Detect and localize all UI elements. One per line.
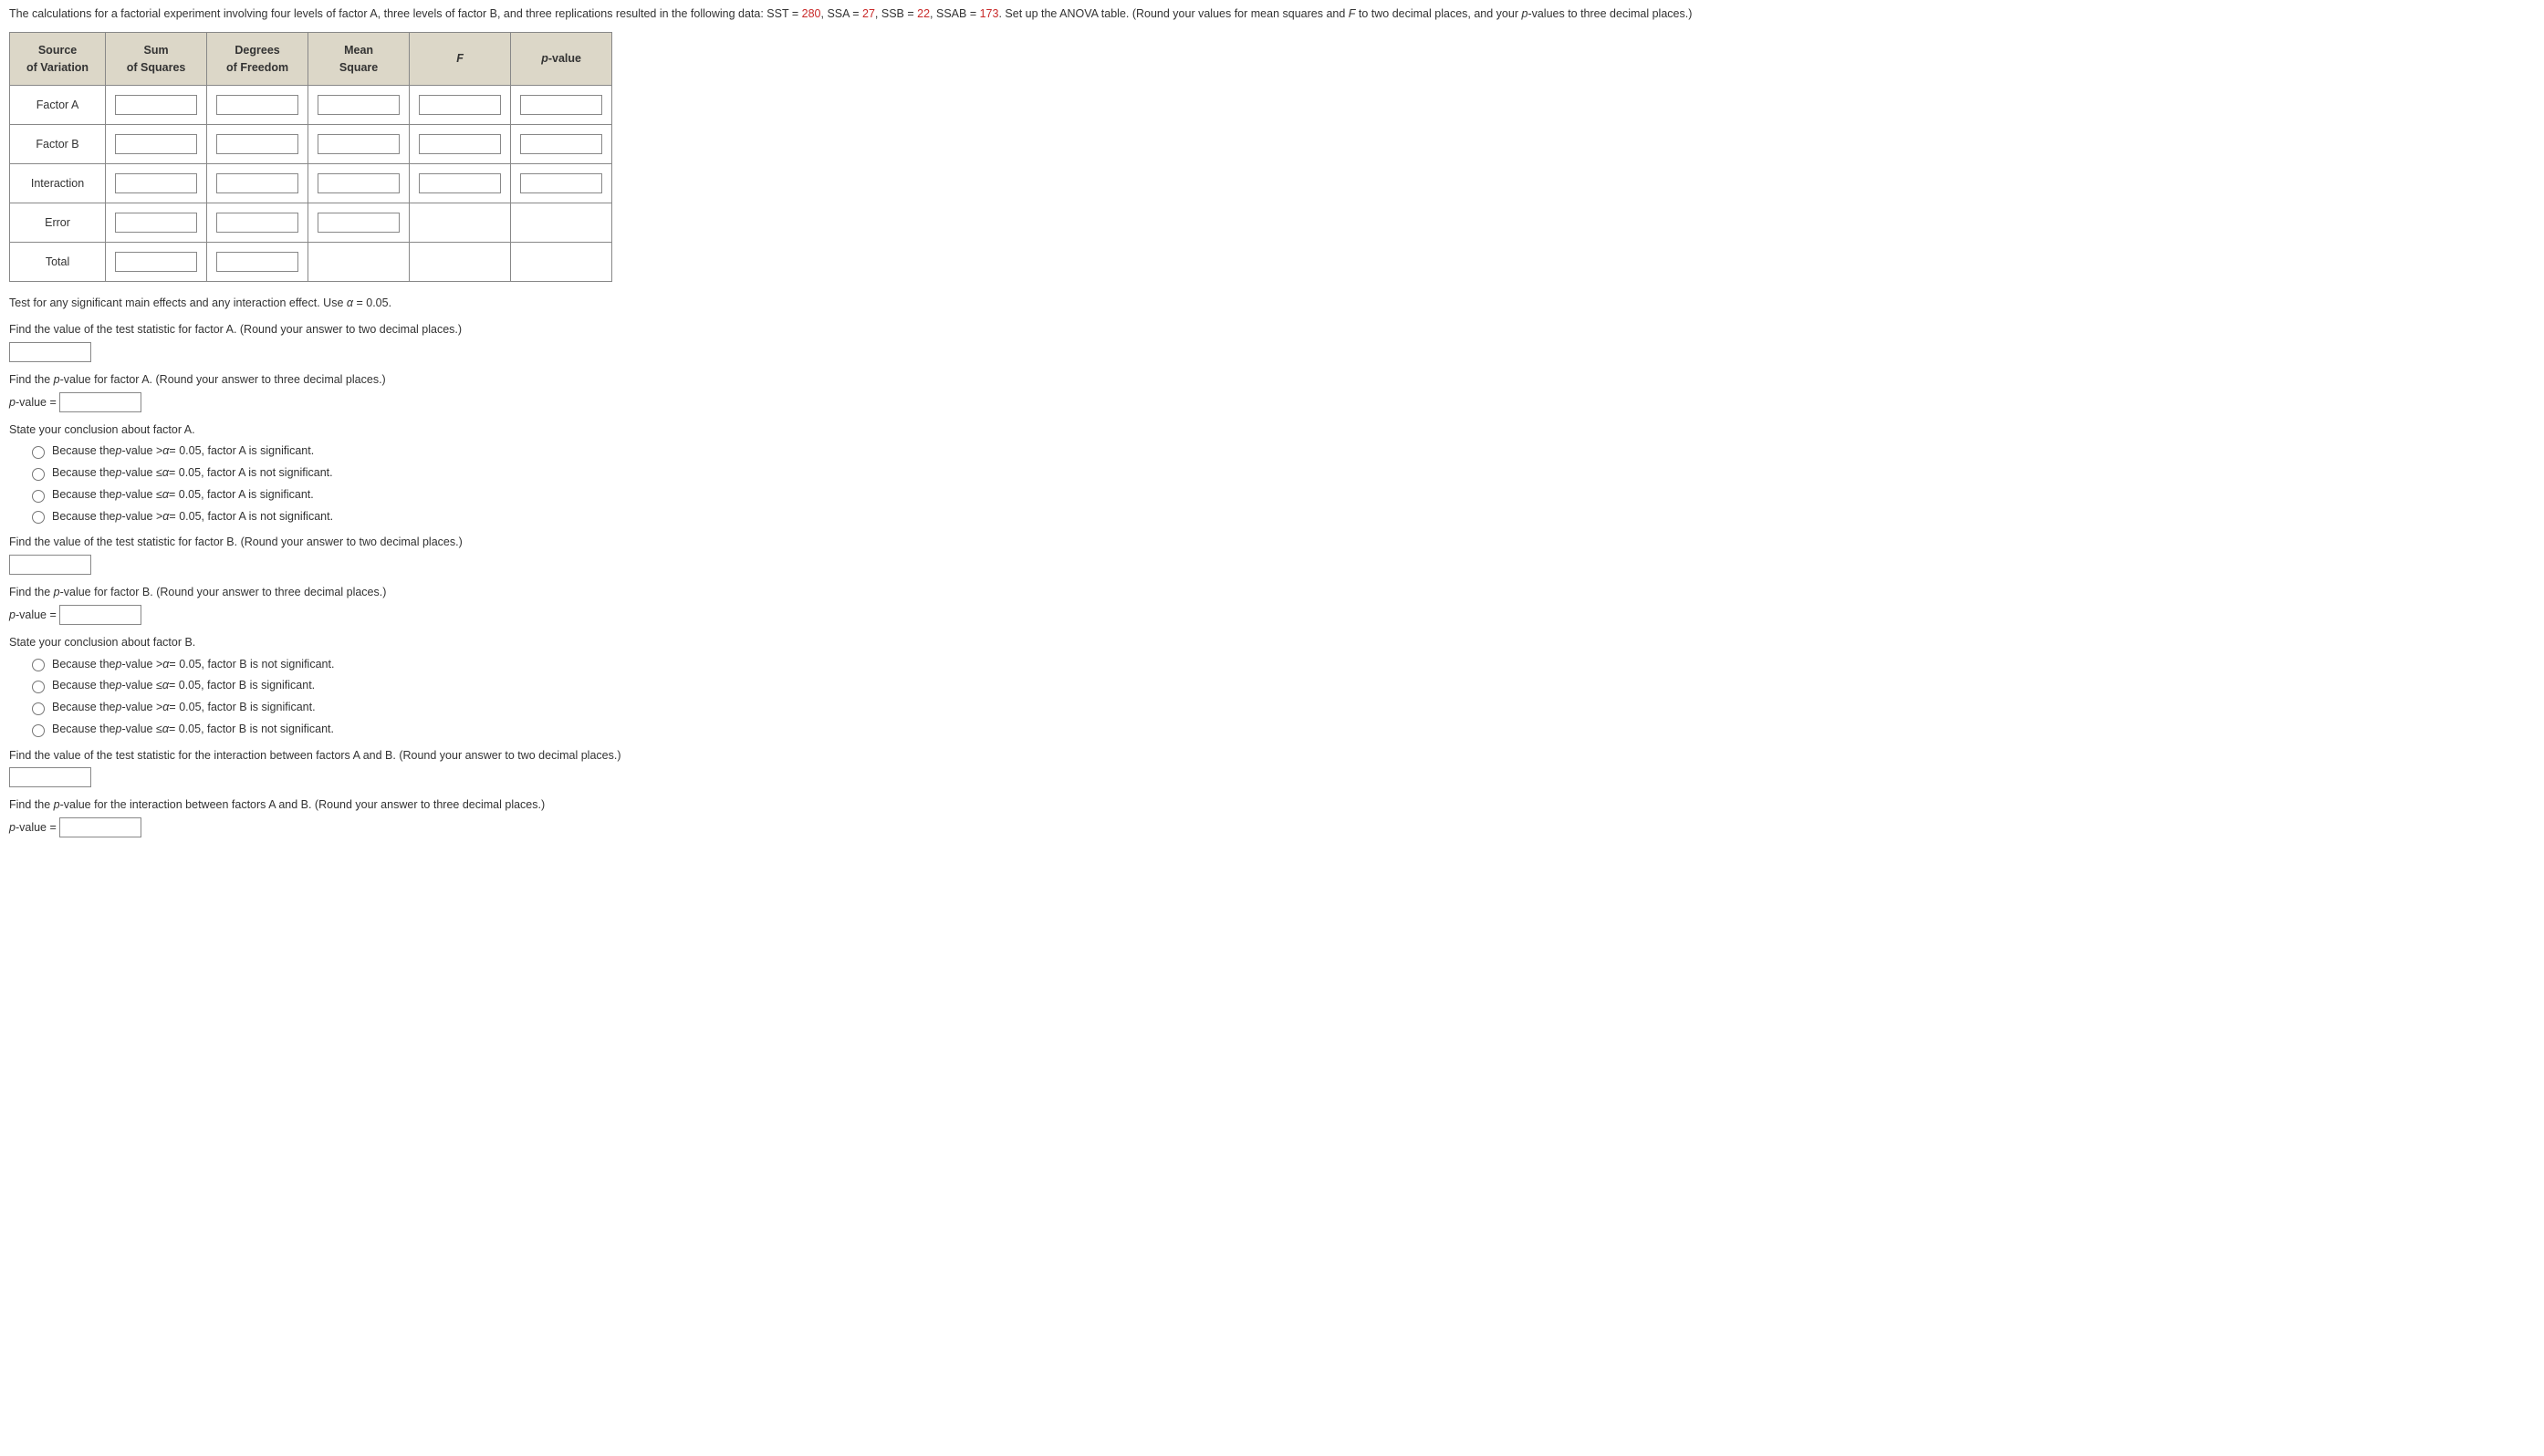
option-b-3[interactable]: Because the p-value > α = 0.05, factor B… [27,699,2535,716]
input-total-ss[interactable] [115,252,197,272]
input-interaction-p[interactable] [520,173,602,193]
header-ms: MeanSquare [308,32,410,86]
ssab-value: 173 [980,7,999,20]
label-error: Error [10,203,106,243]
input-interaction-pvalue[interactable] [59,817,141,837]
pvalue-row-b: p-value = [9,605,2535,625]
input-error-df[interactable] [216,213,298,233]
label-interaction: Interaction [10,164,106,203]
option-a-4[interactable]: Because the p-value > α = 0.05, factor A… [27,508,2535,525]
input-factor-b-pvalue[interactable] [59,605,141,625]
input-factor-a-f[interactable] [419,95,501,115]
input-interaction-ss[interactable] [115,173,197,193]
option-b-2[interactable]: Because the p-value ≤ α = 0.05, factor B… [27,677,2535,694]
option-b-4[interactable]: Because the p-value ≤ α = 0.05, factor B… [27,721,2535,738]
row-total: Total [10,243,612,282]
input-error-ss[interactable] [115,213,197,233]
prompt-factor-a-pvalue: Find the p-value for factor A. (Round yo… [9,371,2535,389]
prompt-interaction-stat: Find the value of the test statistic for… [9,747,2535,764]
row-factor-b: Factor B [10,125,612,164]
header-f: F [410,32,511,86]
test-instruction: Test for any significant main effects an… [9,295,2535,312]
label-factor-b: Factor B [10,125,106,164]
pvalue-row-a: p-value = [9,392,2535,412]
radio-a-4[interactable] [32,511,45,524]
input-interaction-df[interactable] [216,173,298,193]
sst-value: 280 [802,7,821,20]
header-ss: Sumof Squares [106,32,207,86]
prompt-interaction-pvalue: Find the p-value for the interaction bet… [9,796,2535,814]
input-factor-b-test-stat[interactable] [9,555,91,575]
row-error: Error [10,203,612,243]
label-factor-a: Factor A [10,86,106,125]
radio-b-1[interactable] [32,659,45,671]
radio-a-2[interactable] [32,468,45,481]
prompt-factor-b-stat: Find the value of the test statistic for… [9,534,2535,551]
input-factor-b-df[interactable] [216,134,298,154]
input-interaction-ms[interactable] [318,173,400,193]
prompt-factor-a-stat: Find the value of the test statistic for… [9,321,2535,338]
pvalue-row-ab: p-value = [9,817,2535,837]
input-factor-a-p[interactable] [520,95,602,115]
input-factor-a-ms[interactable] [318,95,400,115]
input-factor-a-pvalue[interactable] [59,392,141,412]
option-a-3[interactable]: Because the p-value ≤ α = 0.05, factor A… [27,486,2535,504]
header-pvalue: p-value [511,32,612,86]
header-source: Sourceof Variation [10,32,106,86]
radio-a-3[interactable] [32,490,45,503]
row-interaction: Interaction [10,164,612,203]
input-factor-a-ss[interactable] [115,95,197,115]
intro-text: The calculations for a factorial experim… [9,7,802,20]
input-factor-b-ss[interactable] [115,134,197,154]
problem-statement: The calculations for a factorial experim… [9,5,2535,23]
input-factor-b-p[interactable] [520,134,602,154]
input-interaction-test-stat[interactable] [9,767,91,787]
prompt-conclusion-a: State your conclusion about factor A. [9,421,2535,439]
radio-b-4[interactable] [32,724,45,737]
input-factor-b-f[interactable] [419,134,501,154]
option-a-2[interactable]: Because the p-value ≤ α = 0.05, factor A… [27,464,2535,482]
row-factor-a: Factor A [10,86,612,125]
prompt-conclusion-b: State your conclusion about factor B. [9,634,2535,651]
anova-table: Sourceof Variation Sumof Squares Degrees… [9,32,612,283]
input-error-ms[interactable] [318,213,400,233]
input-factor-b-ms[interactable] [318,134,400,154]
radio-b-3[interactable] [32,702,45,715]
ssb-value: 22 [917,7,930,20]
label-total: Total [10,243,106,282]
input-factor-a-df[interactable] [216,95,298,115]
ssa-value: 27 [862,7,875,20]
input-total-df[interactable] [216,252,298,272]
input-interaction-f[interactable] [419,173,501,193]
radio-a-1[interactable] [32,446,45,459]
input-factor-a-test-stat[interactable] [9,342,91,362]
prompt-factor-b-pvalue: Find the p-value for factor B. (Round yo… [9,584,2535,601]
header-df: Degreesof Freedom [207,32,308,86]
option-a-1[interactable]: Because the p-value > α = 0.05, factor A… [27,442,2535,460]
option-b-1[interactable]: Because the p-value > α = 0.05, factor B… [27,656,2535,673]
radio-b-2[interactable] [32,681,45,693]
